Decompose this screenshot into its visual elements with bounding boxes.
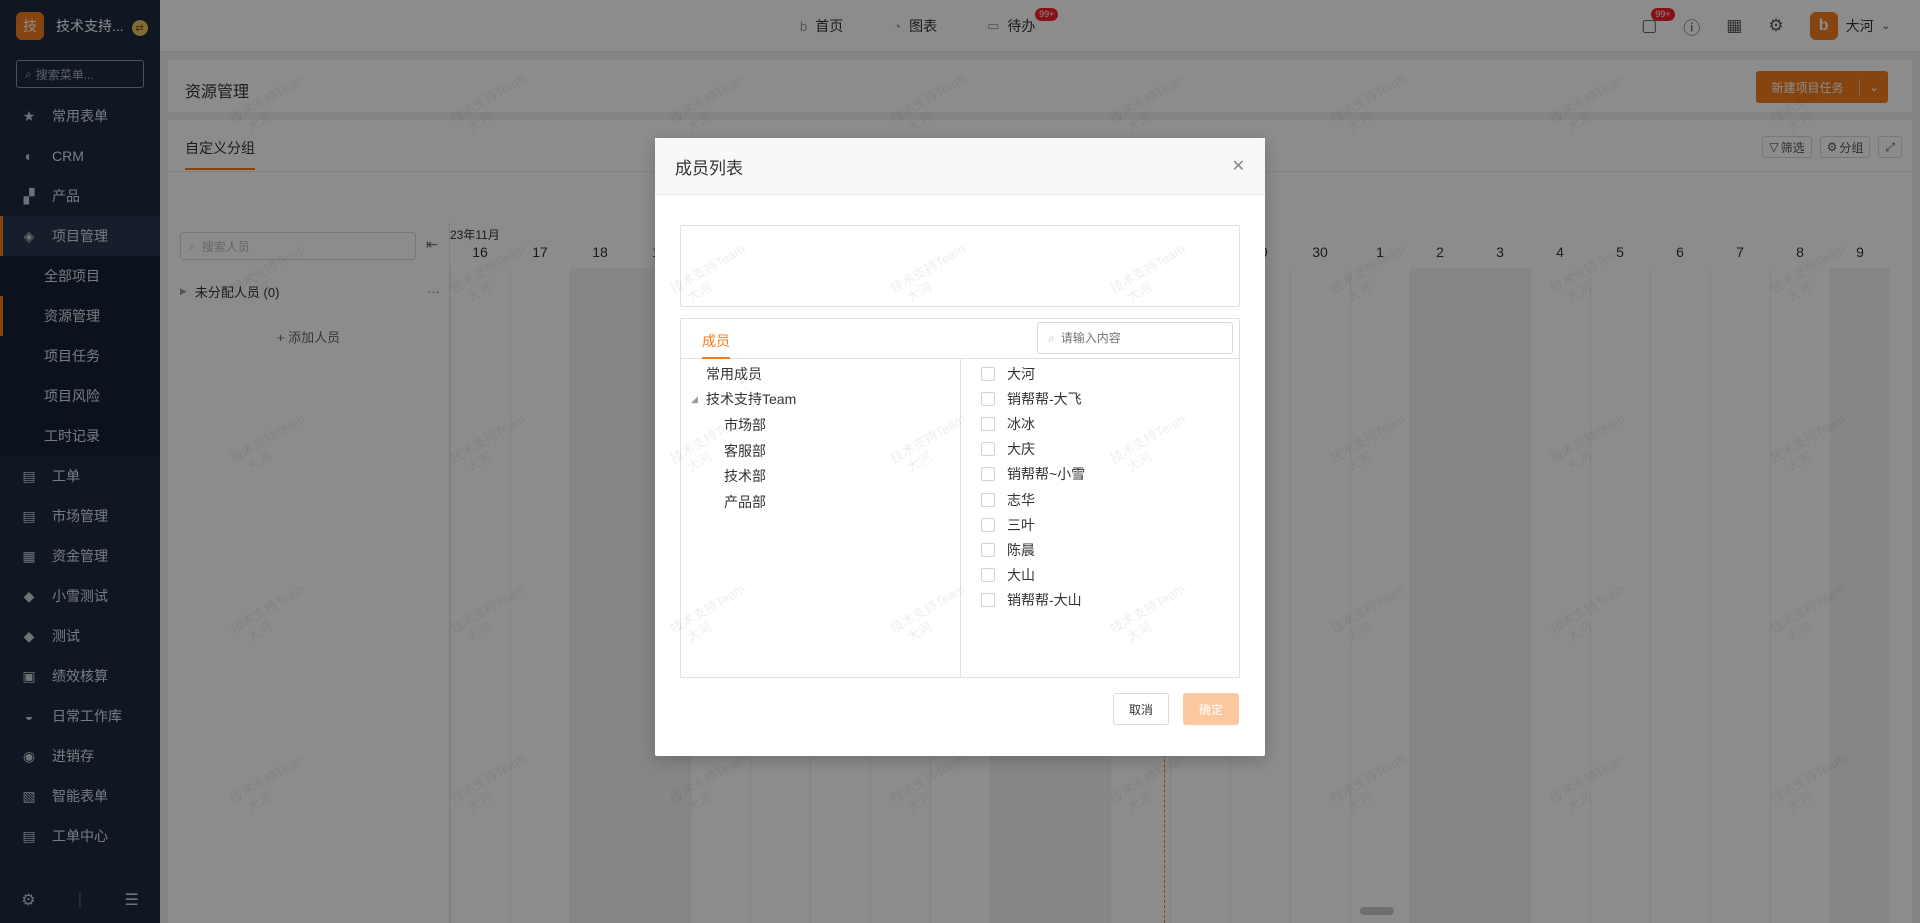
- member-checkbox[interactable]: [981, 568, 995, 583]
- member-name: 三叶: [1007, 516, 1035, 533]
- member-name: 大庆: [1007, 441, 1035, 458]
- dialog-header: 成员列表: [655, 138, 1265, 195]
- member-name: 大河: [1007, 365, 1035, 382]
- member-name: 志华: [1007, 491, 1035, 508]
- member-checkbox[interactable]: [981, 391, 995, 406]
- member-name: 销帮帮~小雪: [1007, 466, 1086, 483]
- member-name: 销帮帮-大飞: [1007, 390, 1082, 407]
- tree-item-department[interactable]: 技术部: [681, 463, 960, 489]
- confirm-button[interactable]: 确定: [1183, 693, 1239, 725]
- member-row[interactable]: 大河: [961, 361, 1239, 386]
- member-row[interactable]: 志华: [961, 487, 1239, 512]
- member-checkbox[interactable]: [981, 416, 995, 431]
- member-checkbox[interactable]: [981, 492, 995, 507]
- cancel-button[interactable]: 取消: [1113, 693, 1169, 725]
- member-row[interactable]: 大山: [961, 563, 1239, 588]
- member-search-input[interactable]: [1060, 331, 1211, 345]
- member-row[interactable]: 销帮帮-大飞: [961, 386, 1239, 411]
- member-row[interactable]: 冰冰: [961, 411, 1239, 436]
- member-list-dialog: 成员列表 ✕ 成员 ⌕ 常用成员 ◢技术支持Team 市场部 客服部 技术部 产…: [655, 138, 1265, 756]
- tree-item-department[interactable]: 市场部: [681, 412, 960, 438]
- member-checkbox[interactable]: [981, 442, 995, 457]
- member-name: 陈晨: [1007, 541, 1035, 558]
- member-row[interactable]: 大庆: [961, 437, 1239, 462]
- member-search[interactable]: ⌕: [1037, 322, 1233, 354]
- member-row[interactable]: 销帮帮-大山: [961, 588, 1239, 613]
- member-row[interactable]: 三叶: [961, 512, 1239, 537]
- tree-item-team[interactable]: ◢ 技术支持Team: [681, 387, 960, 413]
- department-tree: 常用成员 ◢ 技术支持Team 市场部 客服部 技术部 产品部: [681, 359, 961, 677]
- close-icon[interactable]: ✕: [1232, 156, 1245, 176]
- member-row[interactable]: 陈晨: [961, 537, 1239, 562]
- member-name: 冰冰: [1007, 415, 1035, 432]
- tree-item-team-label: 技术支持Team: [706, 391, 797, 408]
- tree-item-department[interactable]: 客服部: [681, 438, 960, 464]
- member-checkbox[interactable]: [981, 517, 995, 532]
- member-name: 销帮帮-大山: [1007, 592, 1082, 609]
- member-checkbox[interactable]: [981, 542, 995, 557]
- member-name: 大山: [1007, 567, 1035, 584]
- tab-members[interactable]: 成员: [702, 331, 730, 359]
- tree-item-common-members[interactable]: 常用成员: [681, 361, 960, 387]
- member-checkbox[interactable]: [981, 366, 995, 381]
- tree-item-department[interactable]: 产品部: [681, 489, 960, 515]
- caret-down-icon[interactable]: ◢: [691, 394, 706, 405]
- selected-members-box[interactable]: [680, 225, 1240, 307]
- search-icon: ⌕: [1048, 330, 1055, 345]
- member-checkbox[interactable]: [981, 593, 995, 608]
- member-picker: 成员 ⌕ 常用成员 ◢技术支持Team 市场部 客服部 技术部 产品部 大河 销…: [680, 318, 1240, 678]
- picker-tabs: 成员 ⌕: [681, 319, 1239, 359]
- member-row[interactable]: 销帮帮~小雪: [961, 462, 1239, 487]
- member-checkbox[interactable]: [981, 467, 995, 482]
- dialog-title: 成员列表: [675, 158, 743, 178]
- member-list: 大河 销帮帮-大飞 冰冰 大庆 销帮帮~小雪 志华 三叶 陈晨 大山 销帮帮-大…: [961, 359, 1239, 677]
